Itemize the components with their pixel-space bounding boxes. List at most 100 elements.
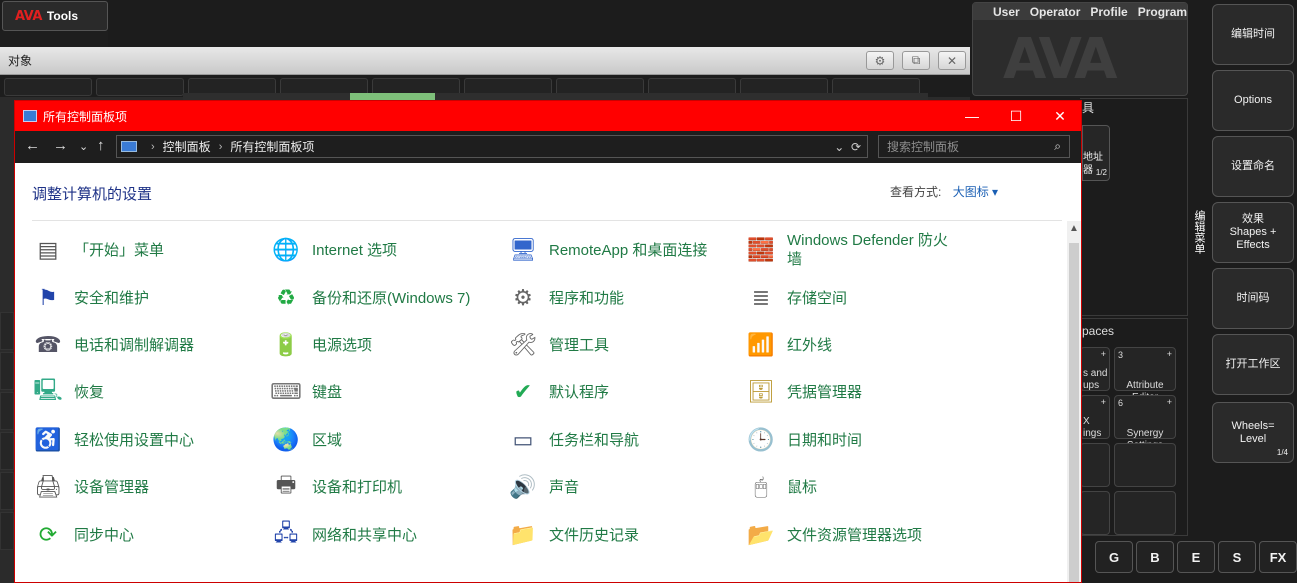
menu-operator[interactable]: Operator xyxy=(1030,5,1081,19)
ava-tools-button[interactable]: AVA Tools xyxy=(2,1,108,31)
infrared-icon: 📶 xyxy=(747,332,775,357)
recovery-icon: 🖳 xyxy=(33,377,63,402)
control-panel-item[interactable]: 🖨 设备管理器 xyxy=(32,467,257,507)
control-panel-item[interactable]: ⚑ 安全和维护 xyxy=(32,278,257,318)
control-panel-item-label: 区域 xyxy=(312,431,343,449)
address-button[interactable]: 地址 器 1/2 xyxy=(1082,125,1110,181)
control-panel-item[interactable]: ⌨ 键盘 xyxy=(270,372,495,412)
ava-logo: AVA xyxy=(15,8,42,24)
side-button-wheels-level[interactable]: Wheels= Level 1/4 xyxy=(1212,402,1294,463)
toolbar-slot[interactable] xyxy=(96,78,184,96)
workspace-cell[interactable]: s and ups + xyxy=(1080,347,1110,391)
screen: { "ava": { "logo": "AVA", "tools_label":… xyxy=(0,0,1297,583)
side-button-timecode[interactable]: 时间码 xyxy=(1212,268,1294,329)
control-panel-item[interactable]: ⚙ 程序和功能 xyxy=(507,278,732,318)
side-button-options[interactable]: Options xyxy=(1212,70,1294,131)
search-input[interactable]: 搜索控制面板 ⌕ xyxy=(878,135,1070,158)
control-panel-item[interactable]: ♻ 备份和还原(Windows 7) xyxy=(270,278,495,318)
left-edge-cell[interactable] xyxy=(0,512,14,550)
control-panel-item[interactable]: 🖧 网络和共享中心 xyxy=(270,515,495,555)
control-panel-body: 调整计算机的设置 查看方式: 大图标 ▾ ▲ ▤ 「开始」菜单 🌐 Internet … xyxy=(15,163,1081,582)
vertical-scrollbar[interactable]: ▲ xyxy=(1067,221,1081,582)
key-e[interactable]: E xyxy=(1177,541,1215,573)
left-edge-cell[interactable] xyxy=(0,432,14,470)
menu-profile[interactable]: Profile xyxy=(1090,5,1127,19)
side-button-label: Options xyxy=(1234,94,1272,106)
workspace-cell-empty[interactable] xyxy=(1080,491,1110,535)
control-panel-item[interactable]: ✔ 默认程序 xyxy=(507,372,732,412)
workspace-cell-empty[interactable] xyxy=(1114,443,1176,487)
close-button[interactable]: ✕ xyxy=(1038,101,1081,131)
view-by-dropdown[interactable]: 大图标 ▾ xyxy=(953,185,998,199)
breadcrumb-all-items[interactable]: 所有控制面板项 xyxy=(230,138,314,155)
control-panel-item-label: 文件资源管理器选项 xyxy=(787,526,923,544)
left-edge-cell[interactable] xyxy=(0,392,14,430)
control-panel-item[interactable]: 🌐 Internet 选项 xyxy=(270,230,495,270)
control-panel-window: 所有控制面板项 — ☐ ✕ ← → ⌄ ↑ › 控制面板 › 所有控制面板项 ⌄… xyxy=(14,100,1082,583)
control-panel-item[interactable]: ▤ 「开始」菜单 xyxy=(32,230,257,270)
control-panel-titlebar: 所有控制面板项 — ☐ ✕ xyxy=(15,101,1081,131)
control-panel-item[interactable]: 🔊 声音 xyxy=(507,467,732,507)
control-panel-item-label: Windows Defender 防火墙 xyxy=(787,232,948,268)
close-icon[interactable]: ✕ xyxy=(938,51,966,70)
workspace-cell-empty[interactable] xyxy=(1080,443,1110,487)
control-panel-item[interactable]: ▭ 任务栏和导航 xyxy=(507,420,732,460)
recent-locations-icon[interactable]: ⌄ xyxy=(79,140,88,153)
control-panel-item-label: 安全和维护 xyxy=(74,289,150,307)
menu-program[interactable]: Program xyxy=(1138,5,1187,19)
workspace-cell[interactable]: 6 Synergy Settings + xyxy=(1114,395,1176,451)
workspace-cell[interactable]: 3 Attribute Editor + xyxy=(1114,347,1176,403)
breadcrumb-control-panel[interactable]: 控制面板 xyxy=(163,138,211,155)
toolbar-slot[interactable] xyxy=(4,78,92,96)
key-fx[interactable]: FX xyxy=(1259,541,1297,573)
left-edge-cell[interactable] xyxy=(0,312,14,350)
control-panel-item[interactable]: ♿ 轻松使用设置中心 xyxy=(32,420,257,460)
workspace-cell[interactable]: X ings + xyxy=(1080,395,1110,439)
key-s[interactable]: S xyxy=(1218,541,1256,573)
up-arrow-icon[interactable]: ↑ xyxy=(97,137,105,154)
divider xyxy=(32,220,1062,221)
control-panel-item-label: 任务栏和导航 xyxy=(549,431,640,449)
control-panel-item[interactable]: 🌏 区域 xyxy=(270,420,495,460)
control-panel-item[interactable]: 🖳 恢复 xyxy=(32,372,257,412)
settings-icon[interactable]: ⚙ xyxy=(866,51,894,70)
search-icon[interactable]: ⌕ xyxy=(1054,139,1061,154)
scroll-thumb[interactable] xyxy=(1069,243,1079,582)
address-box[interactable]: › 控制面板 › 所有控制面板项 ⌄ ⟳ xyxy=(116,135,868,158)
address-dropdown-refresh-icons[interactable]: ⌄ ⟳ xyxy=(834,140,861,154)
control-panel-item[interactable]: ≣ 存储空间 xyxy=(745,278,960,318)
side-button-edit-time[interactable]: 编辑时间 xyxy=(1212,4,1294,65)
control-panel-item[interactable]: 🖥 RemoteApp 和桌面连接 xyxy=(507,230,732,270)
side-button-open-workspace[interactable]: 打开工作区 xyxy=(1212,334,1294,395)
control-panel-item[interactable]: ☎ 电话和调制解调器 xyxy=(32,325,257,365)
workspace-cell-empty[interactable] xyxy=(1114,491,1176,535)
control-panel-item[interactable]: ⟳ 同步中心 xyxy=(32,515,257,555)
control-panel-item[interactable]: 🧱 Windows Defender 防火墙 xyxy=(745,230,960,270)
control-panel-item[interactable]: 🔋 电源选项 xyxy=(270,325,495,365)
control-panel-item[interactable]: 🖱 鼠标 xyxy=(745,467,960,507)
control-panel-item[interactable]: 🕒 日期和时间 xyxy=(745,420,960,460)
background-window-title: 对象 xyxy=(8,54,33,68)
control-panel-item[interactable]: 📶 红外线 xyxy=(745,325,960,365)
left-edge-cell[interactable] xyxy=(0,472,14,510)
minimize-button[interactable]: — xyxy=(950,101,994,131)
key-g[interactable]: G xyxy=(1095,541,1133,573)
control-panel-item[interactable]: 🛠 管理工具 xyxy=(507,325,732,365)
control-panel-item[interactable]: 📁 文件历史记录 xyxy=(507,515,732,555)
side-button-set-name[interactable]: 设置命名 xyxy=(1212,136,1294,197)
scroll-up-arrow-icon[interactable]: ▲ xyxy=(1069,223,1079,234)
menu-user[interactable]: User xyxy=(993,5,1020,19)
back-arrow-icon[interactable]: ← xyxy=(25,137,40,154)
maximize-button[interactable]: ☐ xyxy=(994,101,1038,131)
control-panel-item[interactable]: 🖶 设备和打印机 xyxy=(270,467,495,507)
left-edge-cell[interactable] xyxy=(0,352,14,390)
control-panel-item[interactable]: 📂 文件资源管理器选项 xyxy=(745,515,960,555)
key-b[interactable]: B xyxy=(1136,541,1174,573)
control-panel-item[interactable]: 🗄 凭据管理器 xyxy=(745,372,960,412)
side-button-label: 效果 Shapes + Effects xyxy=(1229,213,1277,251)
side-button-shapes-effects[interactable]: 效果 Shapes + Effects xyxy=(1212,202,1294,263)
restore-icon[interactable]: ⧉ xyxy=(902,51,930,70)
user-menu: User Operator Profile Program xyxy=(973,3,1187,20)
control-panel-small-icon xyxy=(121,141,137,152)
forward-arrow-icon[interactable]: → xyxy=(53,137,68,154)
